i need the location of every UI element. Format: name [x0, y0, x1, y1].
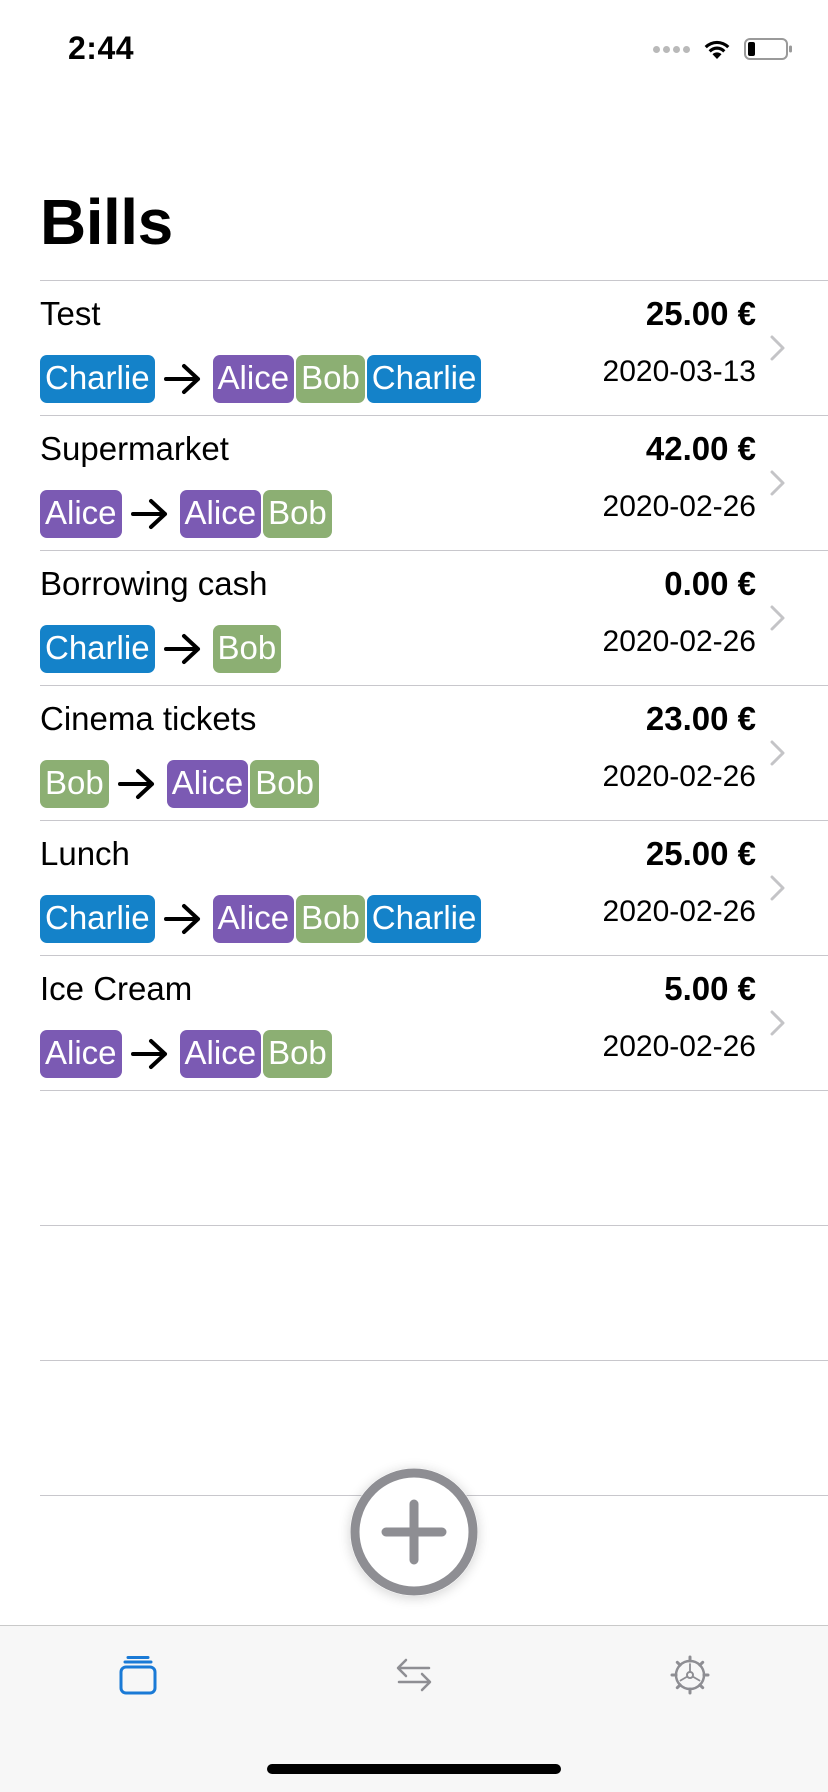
- cards-stack-icon: [119, 1656, 157, 1695]
- bill-people: Alice Alice Bob: [40, 490, 334, 538]
- cellular-signal-icon: [653, 45, 690, 53]
- participant-chip: Alice: [212, 895, 295, 943]
- participant-chip: Bob: [296, 355, 365, 403]
- bill-name: Cinema tickets: [40, 700, 257, 737]
- chevron-right-icon: [770, 470, 785, 496]
- arrows-exchange-icon: [396, 1658, 432, 1692]
- bill-amount: 23.00 €: [645, 700, 756, 737]
- bill-row[interactable]: Cinema tickets 23.00 € Bob Alice Bob 202…: [40, 685, 828, 820]
- bill-people: Charlie Alice Bob Charlie: [40, 355, 483, 403]
- battery-icon: [744, 38, 792, 60]
- bill-row[interactable]: Lunch 25.00 € Charlie Alice Bob Charlie …: [40, 820, 828, 955]
- page-title: Bills: [40, 186, 173, 258]
- bill-name: Lunch: [40, 835, 130, 872]
- chevron-right-icon: [770, 740, 785, 766]
- payer-chip: Alice: [40, 490, 122, 538]
- bill-name: Supermarket: [40, 430, 229, 467]
- bill-amount: 0.00 €: [664, 565, 756, 602]
- arrow-right-icon: [117, 769, 154, 799]
- bill-row[interactable]: Ice Cream 5.00 € Alice Alice Bob 2020-02…: [40, 955, 828, 1090]
- bill-amount: 25.00 €: [645, 835, 756, 872]
- bill-amount: 5.00 €: [664, 970, 756, 1007]
- home-indicator: [267, 1764, 561, 1774]
- chevron-right-icon: [770, 875, 785, 901]
- tab-bills[interactable]: [0, 1626, 276, 1724]
- bill-people: Charlie Bob: [40, 625, 283, 673]
- arrow-right-icon: [163, 634, 200, 664]
- arrow-right-icon: [130, 499, 167, 529]
- participant-chip: Bob: [296, 895, 365, 943]
- participant-chip: Alice: [179, 490, 262, 538]
- payer-chip: Charlie: [40, 355, 155, 403]
- arrow-right-icon: [163, 364, 200, 394]
- bill-row[interactable]: Test 25.00 € Charlie Alice Bob Charlie 2…: [40, 280, 828, 415]
- payer-chip: Charlie: [40, 895, 155, 943]
- participant-chip: Alice: [179, 1030, 262, 1078]
- bill-name: Test: [40, 295, 101, 332]
- bill-people: Alice Alice Bob: [40, 1030, 334, 1078]
- gear-icon: [670, 1655, 710, 1695]
- bill-date: 2020-02-26: [602, 1030, 756, 1063]
- tab-settings[interactable]: [552, 1626, 828, 1724]
- arrow-right-icon: [163, 904, 200, 934]
- participant-chip: Bob: [263, 490, 332, 538]
- bill-date: 2020-02-26: [602, 895, 756, 928]
- bill-amount: 42.00 €: [645, 430, 756, 467]
- status-icons: [653, 34, 794, 64]
- bill-date: 2020-02-26: [602, 490, 756, 523]
- bill-row[interactable]: Supermarket 42.00 € Alice Alice Bob 2020…: [40, 415, 828, 550]
- bill-row[interactable]: Borrowing cash 0.00 € Charlie Bob 2020-0…: [40, 550, 828, 685]
- payer-chip: Alice: [40, 1030, 122, 1078]
- chevron-right-icon: [770, 605, 785, 631]
- add-bill-button[interactable]: [350, 1468, 478, 1596]
- bill-list: Test 25.00 € Charlie Alice Bob Charlie 2…: [40, 280, 828, 1630]
- status-bar: 2:44: [0, 0, 828, 100]
- bill-date: 2020-02-26: [602, 760, 756, 793]
- bill-date: 2020-03-13: [602, 355, 756, 388]
- participant-chip: Charlie: [366, 355, 482, 403]
- bill-date: 2020-02-26: [602, 625, 756, 658]
- participant-chip: Bob: [250, 760, 319, 808]
- bill-amount: 25.00 €: [645, 295, 756, 332]
- payer-chip: Charlie: [40, 625, 155, 673]
- status-time: 2:44: [68, 30, 135, 66]
- participant-chip: Alice: [212, 355, 295, 403]
- arrow-right-icon: [130, 1039, 167, 1069]
- bill-name: Borrowing cash: [40, 565, 268, 602]
- plus-circle-icon: [350, 1468, 478, 1596]
- payer-chip: Bob: [40, 760, 109, 808]
- participant-chip: Alice: [166, 760, 249, 808]
- bill-people: Bob Alice Bob: [40, 760, 321, 808]
- participant-chip: Bob: [263, 1030, 332, 1078]
- participant-chip: Bob: [212, 625, 282, 673]
- chevron-right-icon: [770, 335, 785, 361]
- bill-name: Ice Cream: [40, 970, 193, 1007]
- tab-transfers[interactable]: [276, 1626, 552, 1724]
- chevron-right-icon: [770, 1010, 785, 1036]
- empty-row: [40, 1090, 828, 1225]
- bill-people: Charlie Alice Bob Charlie: [40, 895, 483, 943]
- wifi-icon: [704, 40, 730, 59]
- participant-chip: Charlie: [366, 895, 482, 943]
- empty-row: [40, 1225, 828, 1360]
